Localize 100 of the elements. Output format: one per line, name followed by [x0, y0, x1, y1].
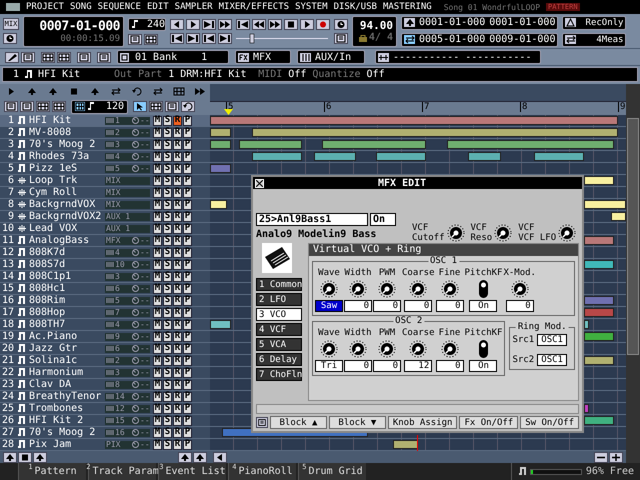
track-row[interactable]: 15 808Hc1 6 -- M S R P [0, 283, 210, 294]
output-field[interactable]: 4 [105, 320, 131, 328]
page-tab[interactable]: 4 VCF [256, 323, 302, 336]
menu-item[interactable]: MASTERING [382, 2, 432, 12]
value-field[interactable]: 0 [373, 300, 401, 312]
track-row[interactable]: 22 Harmonium 3 -- M S R P [0, 367, 210, 378]
clip[interactable] [322, 140, 426, 149]
dialog-button[interactable]: Knob Assign [388, 416, 458, 429]
track-row[interactable]: 6 Loop Trk MIX M S R P [0, 175, 210, 186]
clip[interactable] [210, 116, 618, 125]
pan-field[interactable]: -- [131, 140, 150, 148]
tab[interactable]: $^{2}$ Track Param [88, 463, 156, 480]
mute-button[interactable]: M [153, 332, 162, 342]
solo-button[interactable]: S [163, 368, 172, 378]
locate-button[interactable] [218, 32, 232, 44]
record-button[interactable]: R [173, 152, 182, 162]
zoom-in-button[interactable] [609, 452, 623, 462]
output-field[interactable]: 1 [105, 116, 131, 124]
mute-button[interactable]: M [153, 344, 162, 354]
play-button[interactable]: P [183, 284, 192, 294]
scroll-thumb[interactable] [627, 118, 639, 355]
record-button[interactable]: R [173, 116, 182, 126]
mute-button[interactable]: M [153, 428, 162, 438]
clip[interactable] [584, 404, 590, 413]
track-row[interactable]: 9 BackgrndVOX2 AUX 1 M S R P [0, 211, 210, 222]
solo-button[interactable]: S [163, 152, 172, 162]
list-button[interactable] [256, 417, 268, 428]
play-button[interactable] [300, 18, 314, 30]
mute-button[interactable]: M [153, 296, 162, 306]
play-button[interactable]: P [183, 380, 192, 390]
clip[interactable] [252, 128, 618, 137]
track-row[interactable]: 16 808Rim 5 -- M S R P [0, 295, 210, 306]
output-field[interactable]: 12 [105, 404, 131, 412]
track-row[interactable]: 26 HFI Kit 2 15 -- M S R P [0, 415, 210, 426]
play-button[interactable]: P [183, 320, 192, 330]
record-button[interactable]: R [173, 224, 182, 234]
play-button[interactable]: P [183, 392, 192, 402]
menu-item[interactable]: DISK/USB [334, 2, 377, 12]
knob[interactable] [446, 224, 465, 242]
view-button[interactable] [41, 52, 55, 62]
tool-button[interactable] [109, 86, 123, 96]
record-button[interactable]: R [173, 428, 182, 438]
mute-button[interactable]: M [153, 128, 162, 138]
clip[interactable] [534, 152, 584, 161]
knob[interactable] [349, 280, 367, 298]
pan-field[interactable]: -- [131, 416, 150, 424]
track-row[interactable]: 5 Pizz 1eS 5 -- M S R P [0, 163, 210, 174]
solo-button[interactable]: S [163, 164, 172, 174]
record-button[interactable]: R [173, 344, 182, 354]
menu-item[interactable]: SEQUENCE [98, 2, 141, 12]
value-field[interactable]: 0 [344, 300, 372, 312]
output-field[interactable]: 5 [105, 164, 131, 172]
clip[interactable] [584, 296, 614, 305]
clip[interactable] [584, 308, 614, 317]
play-button[interactable]: P [183, 212, 192, 222]
output-field[interactable]: PIX [105, 440, 131, 448]
mute-button[interactable]: M [153, 248, 162, 258]
mute-button[interactable]: M [153, 368, 162, 378]
tab[interactable]: $^{3}$ Event List [158, 463, 226, 480]
clip[interactable] [252, 152, 302, 161]
record-button[interactable]: R [173, 140, 182, 150]
dialog-button[interactable]: Sw On/Off [520, 416, 580, 429]
track-row[interactable]: 28 Pix Jam PIX -- M S R P [0, 439, 210, 450]
record-button[interactable]: R [173, 236, 182, 246]
output-field[interactable]: 2 [105, 356, 131, 364]
solo-button[interactable]: S [163, 272, 172, 282]
value-field[interactable]: 0 [344, 360, 372, 372]
rewind-button[interactable] [252, 18, 266, 30]
mute-button[interactable]: M [153, 416, 162, 426]
view-button[interactable] [57, 52, 71, 62]
value-field[interactable]: 0 [373, 360, 401, 372]
output-field[interactable]: 14 [105, 392, 131, 400]
value-field[interactable]: 0 [436, 360, 464, 372]
page-tab[interactable]: 5 VCA [256, 338, 302, 351]
record-button[interactable]: R [173, 272, 182, 282]
step-button[interactable] [170, 18, 184, 30]
clip[interactable] [468, 152, 502, 161]
track-row[interactable]: 20 Jazz Gtr 6 -- M S R P [0, 343, 210, 354]
tab[interactable]: $^{4}$ PianoRoll [228, 463, 296, 480]
mute-button[interactable]: M [153, 284, 162, 294]
vertical-scrollbar[interactable] [626, 84, 640, 463]
tool-button[interactable] [130, 86, 144, 96]
solo-button[interactable]: S [163, 116, 172, 126]
pan-field[interactable]: -- [131, 404, 150, 412]
record-button[interactable]: R [173, 392, 182, 402]
play-button[interactable]: P [183, 200, 192, 210]
zoom-out-button[interactable] [594, 452, 608, 462]
clip[interactable] [210, 140, 231, 149]
move-up-button[interactable] [3, 452, 17, 462]
record-button[interactable]: R [173, 380, 182, 390]
play-button[interactable]: P [183, 248, 192, 258]
locate-button[interactable] [170, 32, 184, 44]
preset-field[interactable]: 25>Anl9Bass1 [256, 213, 368, 226]
solo-button[interactable]: S [163, 416, 172, 426]
output-field[interactable]: AUX 1 [105, 224, 131, 232]
knob[interactable] [320, 340, 338, 358]
play-button[interactable]: P [183, 164, 192, 174]
clip[interactable] [210, 164, 231, 173]
clip[interactable] [447, 140, 614, 149]
solo-button[interactable]: S [163, 236, 172, 246]
